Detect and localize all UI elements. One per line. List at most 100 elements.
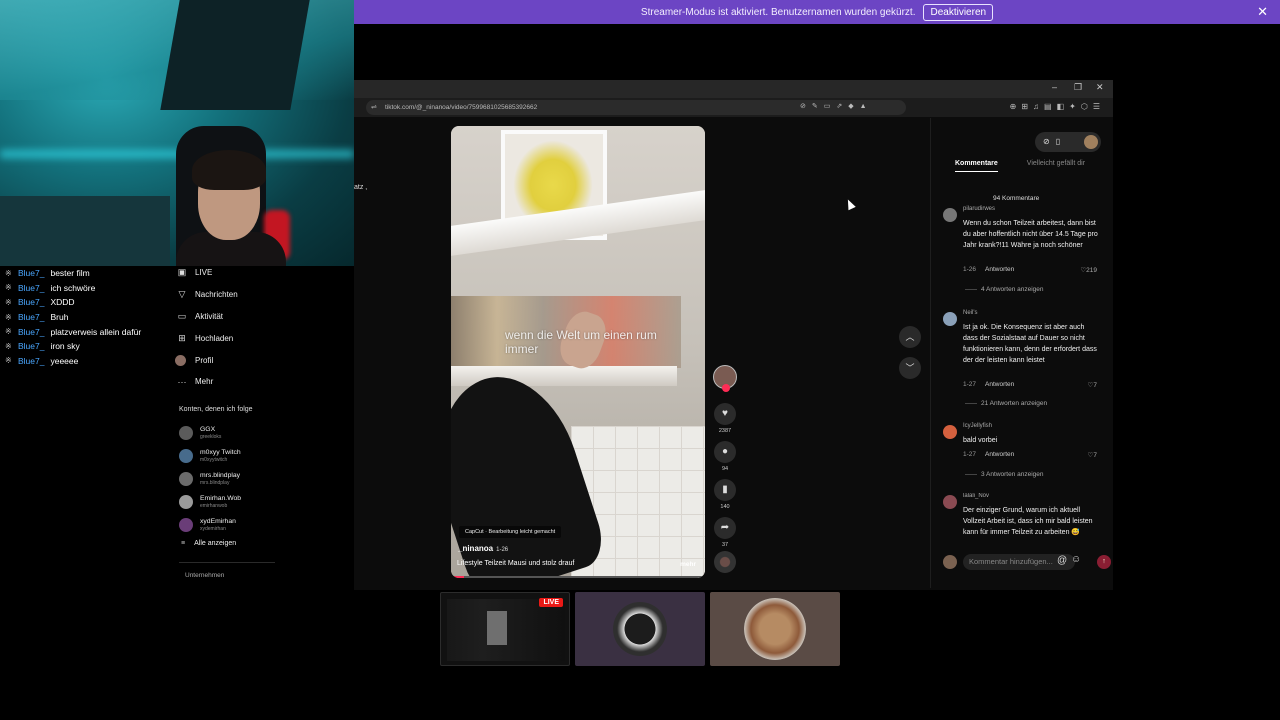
show-replies[interactable]: 21 Antworten anzeigen bbox=[965, 400, 1047, 407]
chat-username[interactable]: Blue7_ bbox=[18, 327, 44, 337]
comment-user[interactable]: IcyJellyfish bbox=[963, 423, 992, 429]
show-replies[interactable]: 3 Antworten anzeigen bbox=[965, 471, 1044, 478]
close-window-icon[interactable]: ✕ bbox=[1096, 82, 1104, 93]
video-thumbnail[interactable] bbox=[575, 592, 705, 666]
nav-messages[interactable]: ▽ Nachrichten bbox=[175, 284, 295, 306]
mention-icon[interactable]: @ bbox=[1057, 555, 1067, 566]
address-actions-icons[interactable]: ⊘✎▭⇗◆▲ bbox=[800, 102, 873, 110]
more-icon: ··· bbox=[177, 376, 187, 387]
chat-text: bester film bbox=[50, 268, 90, 279]
badge-icon: ※ bbox=[5, 283, 12, 293]
emoji-icon[interactable]: ☺ bbox=[1071, 554, 1081, 565]
banner-text: Streamer-Modus ist aktiviert. Benutzerna… bbox=[640, 6, 916, 18]
nav-more[interactable]: ··· Mehr bbox=[175, 371, 295, 393]
panel-top-actions[interactable]: ⊘▯ bbox=[1035, 132, 1101, 152]
nav-profile[interactable]: Profil bbox=[175, 349, 295, 371]
title-bar: – ❐ ✕ bbox=[354, 80, 1113, 98]
chat-username[interactable]: Blue7_ bbox=[18, 268, 44, 278]
badge-icon: ※ bbox=[5, 341, 12, 351]
comment-icon[interactable]: ● bbox=[714, 441, 736, 463]
chat-message: ※ Blue7_ platzverweis allein dafür bbox=[5, 324, 175, 339]
tab-you-may-like[interactable]: Vielleicht gefällt dir bbox=[1027, 160, 1085, 167]
nav-label: Nachrichten bbox=[195, 290, 238, 300]
account-name: GGX bbox=[200, 426, 216, 434]
avatar[interactable] bbox=[943, 208, 957, 222]
restore-icon[interactable]: ❐ bbox=[1074, 82, 1082, 93]
save-count: 140 bbox=[720, 504, 730, 510]
live-thumbnail[interactable]: LIVE bbox=[440, 592, 570, 666]
account-name: xydEmirhan bbox=[200, 517, 236, 525]
chat-username[interactable]: Blue7_ bbox=[18, 297, 44, 307]
following-account[interactable]: Emirhan.Wob emirhanwob bbox=[179, 490, 299, 513]
nav-activity[interactable]: ▭ Aktivität bbox=[175, 306, 295, 328]
video-thumbnail[interactable] bbox=[710, 592, 840, 666]
nav-label: Aktivität bbox=[195, 311, 224, 321]
nav-upload[interactable]: ⊞ Hochladen bbox=[175, 327, 295, 349]
deactivate-button[interactable]: Deaktivieren bbox=[923, 3, 994, 21]
comment-like[interactable]: ♡7 bbox=[1088, 381, 1097, 389]
more-link[interactable]: mehr bbox=[680, 561, 696, 568]
avatar bbox=[179, 494, 193, 509]
chat-text: XDDD bbox=[50, 297, 75, 308]
upload-icon: ⊞ bbox=[178, 332, 186, 343]
video-progress-bar[interactable] bbox=[451, 576, 705, 578]
avatar[interactable] bbox=[943, 312, 957, 326]
comment-date: 1-26 bbox=[963, 266, 977, 273]
reply-button[interactable]: Antworten bbox=[985, 381, 1014, 388]
comment-input-row: Kommentar hinzufügen... @ ☺ ↑ bbox=[943, 554, 1111, 570]
chat-username[interactable]: Blue7_ bbox=[18, 312, 44, 322]
avatar bbox=[179, 426, 193, 441]
following-account[interactable]: mrs.blindplay mrs.blindplay bbox=[179, 468, 299, 491]
author-name: _ninanoa bbox=[458, 544, 494, 553]
bookmark-icon[interactable]: ▮ bbox=[714, 479, 736, 501]
profile-avatar bbox=[175, 354, 186, 366]
avatar bbox=[179, 471, 193, 486]
comment-like[interactable]: ♡219 bbox=[1080, 266, 1097, 274]
video-author[interactable]: _ninanoa 1-26 bbox=[458, 544, 508, 553]
show-replies[interactable]: 4 Antworten anzeigen bbox=[965, 286, 1044, 293]
tab-comments[interactable]: Kommentare bbox=[955, 160, 998, 172]
user-avatar[interactable] bbox=[1084, 135, 1098, 149]
chat-username[interactable]: Blue7_ bbox=[18, 341, 44, 351]
minimize-icon[interactable]: – bbox=[1052, 82, 1057, 92]
nav-live[interactable]: ▣ LIVE bbox=[175, 262, 295, 284]
activity-icon: ▭ bbox=[177, 310, 187, 321]
heart-icon[interactable]: ♥ bbox=[714, 403, 736, 425]
comment-meta: 1-27 Antworten bbox=[963, 451, 1014, 458]
chat-username[interactable]: Blue7_ bbox=[18, 283, 44, 293]
sound-disc-icon[interactable] bbox=[714, 551, 736, 573]
avatar bbox=[943, 555, 957, 569]
chevron-up-icon[interactable]: ︿ bbox=[899, 326, 921, 348]
avatar[interactable] bbox=[943, 425, 957, 439]
show-all-label: Alle anzeigen bbox=[194, 540, 237, 547]
company-link[interactable]: Unternehmen bbox=[185, 572, 224, 579]
creator-avatar[interactable] bbox=[713, 365, 737, 392]
comment-item: pilarudirwes Wenn du schon Teilzeit arbe… bbox=[943, 206, 1103, 306]
comment-user[interactable]: pilarudirwes bbox=[963, 206, 995, 212]
following-account[interactable]: GGX greekloks bbox=[179, 422, 299, 445]
chat-text: platzverweis allein dafür bbox=[50, 326, 142, 337]
reply-button[interactable]: Antworten bbox=[985, 451, 1014, 458]
following-list: GGX greekloks m0xyy Twitch m0xyytwitch mrs… bbox=[179, 422, 299, 536]
account-handle: mrs.blindplay bbox=[200, 479, 230, 486]
comment-user[interactable]: lalali_Nov bbox=[963, 493, 989, 499]
toolbar-extension-icons[interactable]: ⊕⊞♫▤◧✦⬡☰ bbox=[1010, 102, 1105, 111]
show-all-link[interactable]: ≡ Alle anzeigen bbox=[181, 540, 236, 547]
avatar[interactable] bbox=[943, 495, 957, 509]
comment-user[interactable]: Neil's bbox=[963, 310, 977, 316]
send-icon[interactable]: ↑ bbox=[1097, 555, 1111, 569]
share-icon[interactable]: ➦ bbox=[714, 517, 736, 539]
video-player[interactable]: wenn die Welt um einen rum immer CapCut … bbox=[451, 126, 705, 578]
comment-like[interactable]: ♡7 bbox=[1088, 451, 1097, 459]
following-account[interactable]: m0xyy Twitch m0xyytwitch bbox=[179, 445, 299, 468]
reply-button[interactable]: Antworten bbox=[985, 266, 1014, 273]
follow-plus-icon[interactable] bbox=[722, 384, 730, 392]
chat-username[interactable]: Blue7_ bbox=[18, 356, 44, 366]
progress-fill bbox=[451, 576, 464, 578]
chevron-down-icon[interactable]: ﹀ bbox=[899, 357, 921, 379]
close-icon[interactable]: ✕ bbox=[1257, 4, 1268, 20]
following-account[interactable]: xydEmirhan xydemirhan bbox=[179, 513, 299, 536]
capcut-tag[interactable]: CapCut · Bearbeitung leicht gemacht bbox=[459, 526, 562, 538]
account-name: m0xyy Twitch bbox=[200, 449, 241, 457]
site-info-icon[interactable]: ⇌ bbox=[371, 100, 377, 115]
